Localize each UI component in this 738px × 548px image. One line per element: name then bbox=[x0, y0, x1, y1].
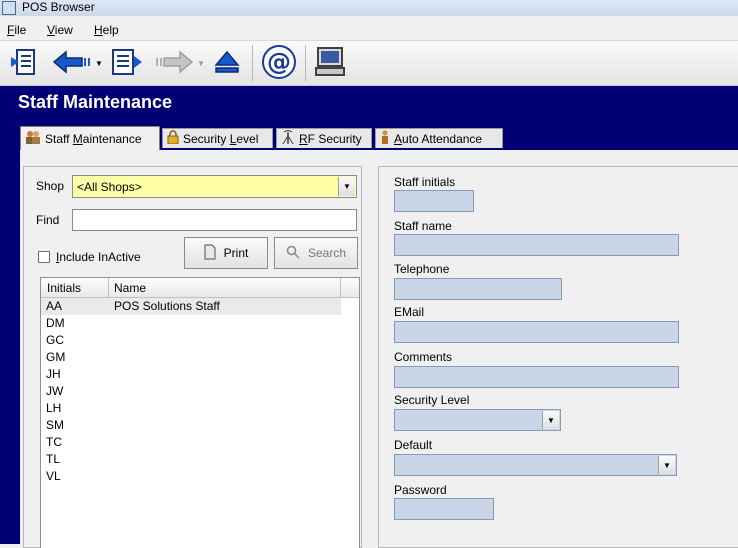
table-row[interactable]: TC bbox=[41, 434, 341, 451]
staff-name-field[interactable] bbox=[394, 234, 679, 256]
find-input[interactable] bbox=[72, 209, 357, 231]
table-row[interactable]: GC bbox=[41, 332, 341, 349]
forward-arrow-icon bbox=[154, 46, 194, 78]
shop-label: Shop bbox=[36, 179, 65, 193]
search-button-label: Search bbox=[307, 246, 347, 260]
save-exit-icon[interactable] bbox=[110, 46, 144, 78]
import-icon[interactable] bbox=[6, 46, 40, 78]
default-select[interactable]: ▼ bbox=[394, 454, 677, 476]
table-row[interactable]: JW bbox=[41, 383, 341, 400]
menu-bar: File View Help bbox=[0, 18, 738, 41]
toolbar: ▼ ▼ @ bbox=[0, 41, 738, 86]
staff-list-group: Shop <All Shops> ▼ Find Include InActive… bbox=[23, 166, 362, 548]
tab-label: RF Security bbox=[299, 131, 362, 146]
person-icon bbox=[380, 130, 390, 147]
column-divider bbox=[340, 278, 341, 297]
table-row[interactable]: DM bbox=[41, 315, 341, 332]
computer-icon[interactable] bbox=[312, 46, 348, 78]
main-area: Staff Maintenance Staff Maintenance Secu… bbox=[0, 86, 738, 548]
staff-icon bbox=[25, 130, 41, 147]
find-label: Find bbox=[36, 213, 60, 227]
include-inactive-label[interactable]: Include InActive bbox=[56, 250, 141, 264]
menu-view[interactable]: View bbox=[47, 23, 73, 37]
menu-file[interactable]: File bbox=[7, 23, 26, 37]
tab-label: Security Level bbox=[183, 131, 259, 146]
toolbar-separator bbox=[252, 45, 253, 81]
lock-icon bbox=[167, 130, 179, 147]
password-label: Password bbox=[394, 483, 447, 497]
tab-label: Auto Attendance bbox=[394, 131, 483, 146]
window-title: POS Browser bbox=[22, 0, 95, 14]
email-at-icon[interactable]: @ bbox=[260, 45, 298, 79]
column-initials[interactable]: Initials bbox=[47, 281, 81, 295]
staff-list-header: Initials Name bbox=[41, 278, 359, 298]
tab-label: Staff Maintenance bbox=[45, 131, 142, 146]
staff-name-label: Staff name bbox=[394, 219, 452, 233]
tab-auto-attendance[interactable]: Auto Attendance bbox=[375, 128, 503, 148]
tab-panel: Shop <All Shops> ▼ Find Include InActive… bbox=[20, 150, 738, 548]
tab-security-level[interactable]: Security Level bbox=[162, 128, 273, 148]
default-label: Default bbox=[394, 438, 433, 452]
tab-rf-security[interactable]: RF Security bbox=[276, 128, 372, 148]
title-bar: POS Browser bbox=[0, 0, 738, 16]
print-button-label: Print bbox=[223, 246, 249, 260]
tab-staff-maintenance[interactable]: Staff Maintenance bbox=[20, 126, 160, 150]
email-field[interactable] bbox=[394, 321, 679, 343]
staff-initials-label: Staff initials bbox=[394, 175, 456, 189]
security-level-select[interactable]: ▼ bbox=[394, 409, 561, 431]
table-row[interactable]: VL bbox=[41, 468, 341, 485]
forward-dropdown-icon: ▼ bbox=[197, 59, 205, 68]
telephone-label: Telephone bbox=[394, 262, 450, 276]
staff-list[interactable]: Initials Name AA POS Solutions Staff DM G… bbox=[40, 277, 360, 548]
table-row[interactable]: JH bbox=[41, 366, 341, 383]
table-row[interactable]: AA POS Solutions Staff bbox=[41, 298, 341, 315]
comments-label: Comments bbox=[394, 350, 453, 364]
app-icon bbox=[2, 1, 16, 15]
staff-rows: AA POS Solutions Staff DM GC GM JH JW LH … bbox=[41, 298, 359, 548]
include-inactive-checkbox[interactable] bbox=[38, 251, 50, 263]
staff-initials-field[interactable] bbox=[394, 190, 474, 212]
password-field[interactable] bbox=[394, 498, 494, 520]
table-row[interactable]: SM bbox=[41, 417, 341, 434]
eject-icon[interactable] bbox=[210, 46, 244, 78]
staff-details-group: Staff initials Staff name Telephone EMai… bbox=[378, 166, 738, 548]
column-divider bbox=[108, 278, 109, 297]
svg-text:@: @ bbox=[267, 48, 291, 76]
table-row[interactable]: LH bbox=[41, 400, 341, 417]
toolbar-separator bbox=[305, 45, 306, 81]
antenna-icon bbox=[281, 130, 295, 147]
back-dropdown-icon[interactable]: ▼ bbox=[95, 59, 103, 68]
comments-field[interactable] bbox=[394, 366, 679, 388]
security-level-label: Security Level bbox=[394, 393, 470, 407]
menu-help[interactable]: Help bbox=[94, 23, 119, 37]
page-title: Staff Maintenance bbox=[18, 92, 173, 112]
table-row[interactable]: GM bbox=[41, 349, 341, 366]
email-label: EMail bbox=[394, 305, 425, 319]
telephone-field[interactable] bbox=[394, 278, 562, 300]
document-icon bbox=[204, 244, 216, 263]
chevron-down-icon[interactable]: ▼ bbox=[338, 177, 355, 196]
table-row[interactable]: TL bbox=[41, 451, 341, 468]
shop-select[interactable]: <All Shops> ▼ bbox=[72, 175, 357, 198]
chevron-down-icon[interactable]: ▼ bbox=[658, 456, 675, 474]
chevron-down-icon[interactable]: ▼ bbox=[542, 411, 559, 429]
search-icon bbox=[286, 245, 300, 262]
search-button[interactable]: Search bbox=[274, 237, 358, 269]
print-button[interactable]: Print bbox=[184, 237, 268, 269]
column-name[interactable]: Name bbox=[114, 281, 146, 295]
shop-select-value: <All Shops> bbox=[77, 180, 142, 194]
back-arrow-icon[interactable] bbox=[52, 46, 92, 78]
